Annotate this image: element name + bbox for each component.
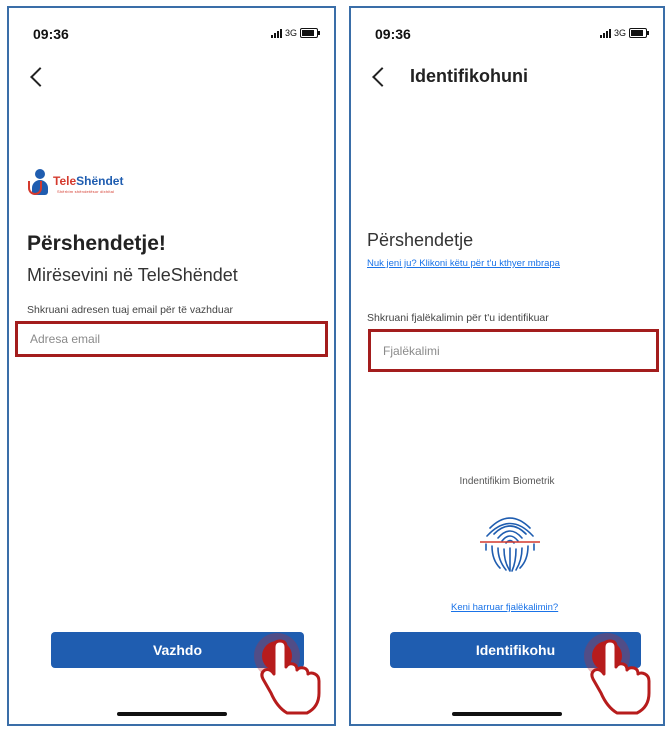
email-input[interactable] [18,324,325,354]
password-field-highlight [368,329,659,372]
forgot-password-link[interactable]: Keni harruar fjalëkalimin? [451,602,558,613]
password-input[interactable] [371,332,656,369]
greeting-text: Përshendetje [367,230,474,250]
email-hint: Shkruani adresen tuaj email për të vazhd… [27,304,234,316]
network-label: 3G [284,28,297,38]
biometric-label: Indentifikim Biometrik [459,476,555,487]
home-indicator [116,712,227,716]
fingerprint-icon[interactable] [480,504,540,574]
email-field-highlight [15,321,328,357]
status-icons: 3G [270,28,320,38]
battery-icon [300,28,320,38]
battery-icon [629,28,649,38]
continue-button[interactable]: Vazhdo [51,632,304,668]
status-bar: 09:36 3G [9,26,334,46]
network-label: 3G [613,28,626,38]
status-bar: 09:36 3G [351,26,663,46]
login-button[interactable]: Identifikohu [390,632,641,668]
greeting-title: Përshendetje! [27,232,166,255]
logo-text-tele: Tele [53,174,77,188]
teleshendet-logo: TeleShëndet Shërbim shëndetësor dixhital [28,168,124,198]
doctor-logo-icon [28,169,51,197]
page-title: Identifikohuni [410,66,528,86]
password-hint: Shkruani fjalëkalimin për t'u identifiku… [367,312,549,324]
home-indicator [452,712,562,716]
not-you-link[interactable]: Nuk jeni ju? Klikoni këtu për t'u kthyer… [367,258,560,269]
signal-icon [270,28,282,38]
status-time: 09:36 [375,26,411,42]
welcome-text: Mirësevini në TeleShëndet [27,265,238,285]
left-phone-screen: 09:36 3G TeleShëndet Shërbim shëndetësor… [7,6,336,726]
right-phone-screen: 09:36 3G Identifikohuni Përshendetje Nuk… [349,6,665,726]
status-time: 09:36 [33,26,69,42]
status-icons: 3G [599,28,649,38]
logo-text-shendet: Shëndet [76,174,124,188]
logo-tagline: Shërbim shëndetësor dixhital [57,189,115,194]
back-arrow-icon[interactable] [25,62,55,92]
back-arrow-icon[interactable] [367,62,397,92]
signal-icon [599,28,611,38]
